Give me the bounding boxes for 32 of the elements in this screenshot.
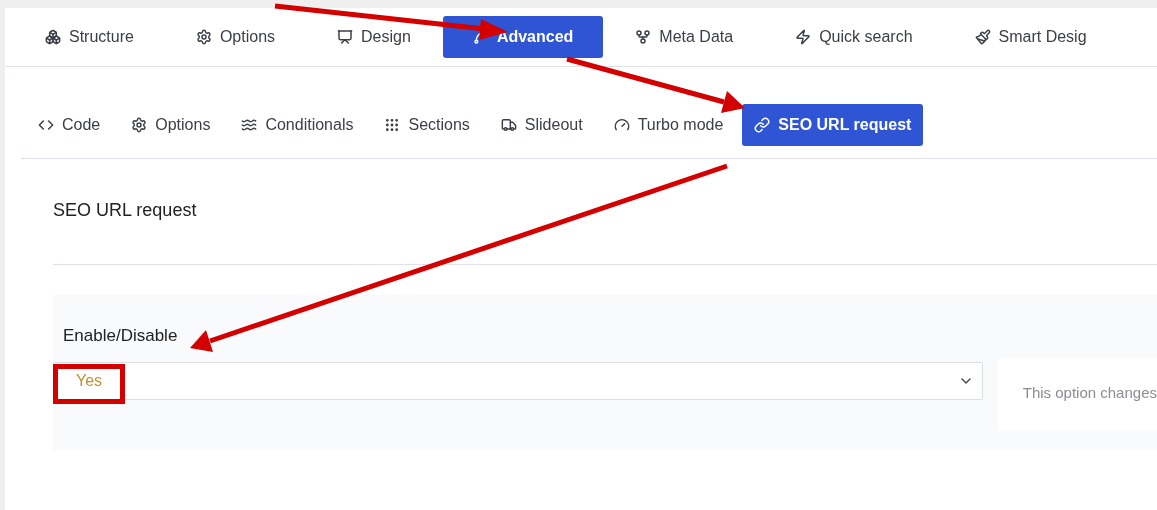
tab[interactable]: Options [119, 104, 223, 146]
tab[interactable]: Advanced [442, 16, 604, 58]
fork-icon [635, 29, 652, 45]
help-text: This option changes [1022, 383, 1157, 404]
cubes-icon [45, 29, 61, 45]
bolt-icon [795, 29, 812, 45]
section-title: SEO URL request [53, 159, 1157, 265]
waves-icon [241, 117, 258, 133]
link-icon [754, 117, 771, 133]
tab[interactable]: Sections [372, 104, 482, 146]
gauge-icon [613, 117, 630, 133]
tab[interactable]: Design [307, 16, 441, 58]
gear-icon [195, 29, 212, 45]
tab[interactable]: Options [165, 16, 306, 58]
tab[interactable]: Conditionals [229, 104, 366, 146]
tab[interactable]: Turbo mode [601, 104, 736, 146]
board-icon [337, 29, 354, 45]
grid-dots-icon [384, 117, 401, 133]
code-icon [38, 117, 54, 133]
highlight-frame [53, 364, 125, 404]
tab[interactable]: SEO URL request [742, 104, 924, 146]
tab[interactable]: Smart Desig [944, 16, 1117, 58]
selected-value: Yes [76, 370, 103, 391]
brush-icon [974, 29, 991, 45]
tab[interactable]: Slideout [488, 104, 595, 146]
tab[interactable]: Code [26, 104, 113, 146]
field-label: Enable/Disable [63, 325, 179, 347]
tab[interactable]: Structure [15, 16, 164, 58]
gear-icon [131, 117, 148, 133]
tab[interactable]: Meta Data [605, 16, 764, 58]
truck-icon [500, 117, 517, 133]
tab[interactable]: Quick search [765, 16, 943, 58]
